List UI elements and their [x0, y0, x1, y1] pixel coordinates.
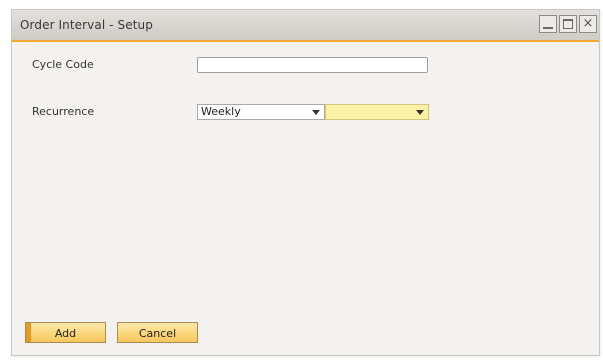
chevron-down-icon: [416, 110, 424, 115]
minimize-icon[interactable]: [539, 15, 557, 33]
recurrence-label: Recurrence: [32, 105, 95, 118]
cycle-code-label: Cycle Code: [32, 58, 94, 71]
maximize-icon[interactable]: [559, 15, 577, 33]
close-icon[interactable]: ×: [579, 15, 597, 33]
cancel-button[interactable]: Cancel: [117, 322, 198, 343]
cycle-code-input[interactable]: [197, 57, 428, 73]
close-glyph: ×: [582, 16, 594, 31]
window-controls: ×: [539, 15, 597, 33]
window-title: Order Interval - Setup: [20, 18, 153, 32]
recurrence-detail-select[interactable]: [325, 104, 429, 120]
recurrence-select[interactable]: Weekly: [197, 104, 325, 120]
title-bar[interactable]: Order Interval - Setup ×: [12, 10, 599, 42]
order-interval-setup-window: Order Interval - Setup × Cycle Code Recu…: [11, 9, 600, 356]
recurrence-selected-value: Weekly: [201, 105, 241, 118]
add-button[interactable]: Add: [25, 322, 106, 343]
chevron-down-icon: [312, 110, 320, 115]
